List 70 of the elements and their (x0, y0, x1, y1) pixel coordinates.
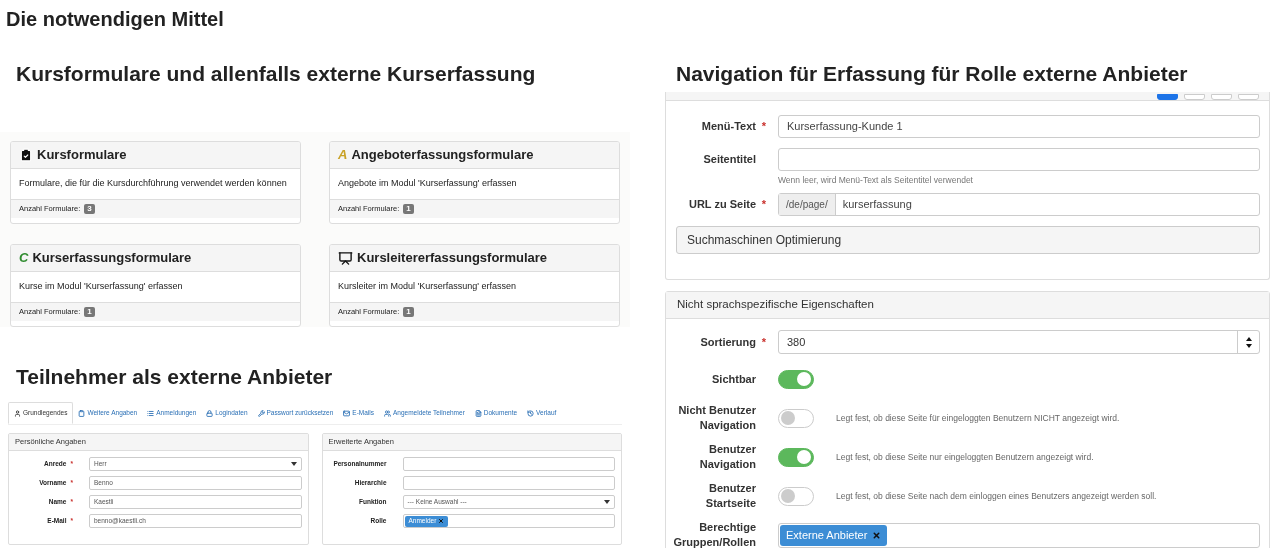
history-icon (527, 409, 535, 417)
count-badge: 1 (403, 307, 414, 317)
slide-title: Die notwendigen Mittel (6, 7, 225, 32)
input-field[interactable] (402, 457, 615, 471)
letter-icon: A (338, 145, 348, 165)
field-label: Benutzer Navigation (698, 442, 756, 472)
caret-icon (290, 462, 297, 466)
toolbar-button[interactable] (1238, 94, 1259, 100)
field-label: URL zu Seite (688, 196, 756, 212)
number-field[interactable]: 380 (778, 330, 1260, 354)
input-field[interactable] (402, 476, 615, 490)
help-text: Wenn leer, wird Menü-Text als Seitentitel verwendet (778, 174, 974, 187)
count-badge: 1 (403, 204, 414, 214)
presenter-icon (338, 250, 353, 266)
section-heading: Teilnehmer als externe Anbieter (15, 364, 334, 390)
arrow-down-icon (1245, 343, 1252, 348)
card-title: Kursleitererfassungsformulare (357, 249, 547, 268)
toggle-switch[interactable] (778, 408, 814, 428)
clipboard-icon (78, 409, 86, 417)
caret-icon (604, 500, 610, 504)
envelope-icon (343, 409, 351, 417)
toggle-switch[interactable] (778, 447, 814, 467)
people-icon (384, 409, 391, 417)
toggle-switch[interactable] (778, 486, 814, 506)
field-label: Menü-Text (701, 119, 756, 134)
section-heading: Kursformulare und allenfalls externe Kurserfassung (15, 61, 537, 87)
card-title: Angeboterfassungsformulare (351, 146, 534, 165)
section-heading: Navigation für Erfassung für Rolle externe Anbieter (675, 61, 1189, 87)
input-field[interactable] (778, 148, 1260, 171)
toggle-switch[interactable] (778, 369, 814, 389)
remove-icon[interactable] (872, 530, 882, 540)
arrow-up-icon (1245, 336, 1252, 341)
list-icon (147, 409, 155, 417)
field-label: Berechtige Gruppen/Rollen (672, 520, 756, 548)
wrench-icon (257, 409, 265, 417)
card-title: Kursformulare (37, 146, 127, 165)
toolbar-button[interactable] (1184, 94, 1205, 100)
card-description: Kursleiter im Modul 'Kurserfassung' erfassen (338, 280, 516, 294)
url-field[interactable]: /de/page/ kurserfassung (778, 192, 1260, 216)
letter-icon: C (19, 248, 29, 268)
help-text: Legt fest, ob diese Seite nur eingeloggten Benutzern angezeigt wird. (836, 450, 1094, 464)
input-field[interactable]: Kurserfassung-Kunde 1 (778, 115, 1260, 138)
field-label: Benutzer Startseite (704, 481, 756, 511)
help-text: Legt fest, ob diese Seite für eingeloggten Benutzern NICHT angezeigt wird. (836, 411, 1120, 425)
collapsible-section[interactable]: Suchmaschinen Optimierung (676, 225, 1260, 254)
required-marker: * (761, 334, 766, 350)
field-label: Seitentitel (703, 152, 756, 167)
person-icon (14, 409, 21, 417)
clipboard-check-icon (19, 148, 33, 162)
card-description: Formulare, die für die Kursdurchführung verwendet werden können (19, 177, 287, 191)
document-icon (474, 409, 482, 417)
required-marker: * (761, 196, 766, 212)
lock-icon (206, 409, 214, 417)
card-description: Kurse im Modul 'Kurserfassung' erfassen (19, 280, 183, 294)
count-badge: 3 (84, 204, 95, 214)
required-marker: * (761, 119, 766, 134)
count-badge: 1 (84, 307, 95, 317)
toolbar-button[interactable] (1211, 94, 1232, 100)
remove-icon[interactable] (438, 518, 445, 524)
group-tag[interactable]: Externe Anbieter (780, 524, 888, 546)
field-label: Nicht Benutzer Navigation (677, 403, 756, 433)
panel-title: Nicht sprachspezifische Eigenschaften (677, 297, 874, 313)
help-text: Legt fest, ob diese Seite nach dem einloggen eines Benutzers angezeigt werden soll. (836, 489, 1157, 503)
field-label: Sortierung (700, 334, 756, 350)
url-prefix: /de/page/ (779, 193, 836, 215)
toolbar-button[interactable] (1157, 94, 1178, 100)
card-description: Angebote im Modul 'Kurserfassung' erfassen (338, 177, 517, 191)
tag-field[interactable]: Externe Anbieter (778, 522, 1260, 548)
card-title: Kurserfassungsformulare (32, 249, 192, 268)
field-label: Sichtbar (712, 371, 756, 387)
